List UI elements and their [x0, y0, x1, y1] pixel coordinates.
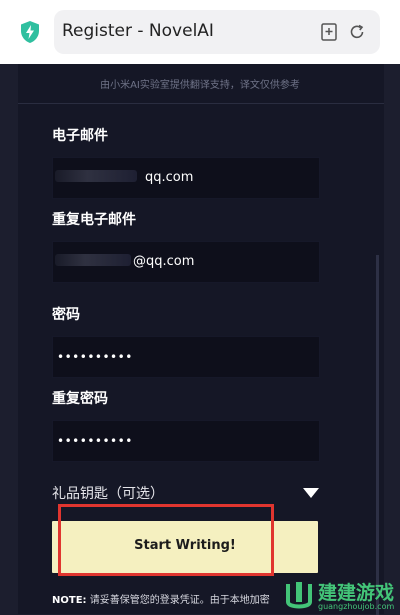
- watermark-url: guangzhoujob.com: [318, 602, 395, 611]
- email-label: 电子邮件: [52, 128, 108, 144]
- watermark-title: 建建游戏: [318, 582, 395, 604]
- password-value: ••••••••••: [57, 350, 133, 364]
- translation-notice: 由小米AI实验室提供翻译支持，译文仅供参考: [100, 80, 300, 91]
- repeat-password-value: ••••••••••: [57, 434, 133, 448]
- page-title: Register - NovelAI: [62, 21, 214, 41]
- repeat-password-field[interactable]: ••••••••••: [52, 420, 320, 462]
- watermark-logo-icon: [286, 582, 312, 609]
- repeat-email-field[interactable]: @qq.com: [52, 241, 320, 283]
- browser-toolbar: Register - NovelAI: [0, 0, 400, 64]
- watermark: 建建游戏 guangzhoujob.com: [282, 578, 400, 614]
- redacted-text: [55, 254, 131, 266]
- bookmark-add-icon[interactable]: [319, 22, 339, 42]
- redacted-text: [55, 170, 137, 182]
- repeat-email-value: @qq.com: [133, 254, 195, 269]
- note-prefix: NOTE:: [52, 595, 87, 606]
- password-field[interactable]: ••••••••••: [52, 336, 320, 378]
- address-bar[interactable]: Register - NovelAI: [54, 10, 380, 54]
- email-field[interactable]: qq.com: [52, 157, 320, 199]
- note-text: NOTE: 请妥善保管您的登录凭证。由于本地加密: [52, 591, 292, 606]
- reload-icon[interactable]: [347, 22, 367, 42]
- note-body: 请妥善保管您的登录凭证。由于本地加密: [86, 595, 270, 606]
- password-label: 密码: [52, 307, 80, 323]
- shield-bolt-icon[interactable]: [18, 20, 42, 44]
- scrollbar[interactable]: [376, 255, 379, 615]
- chevron-down-icon[interactable]: [303, 488, 319, 498]
- divider: [18, 103, 384, 104]
- repeat-password-label: 重复密码: [52, 391, 108, 407]
- repeat-email-label: 重复电子邮件: [52, 212, 136, 228]
- gift-key-toggle[interactable]: 礼品钥匙（可选）: [52, 483, 164, 503]
- email-value: qq.com: [145, 170, 194, 185]
- highlight-box: [58, 504, 274, 576]
